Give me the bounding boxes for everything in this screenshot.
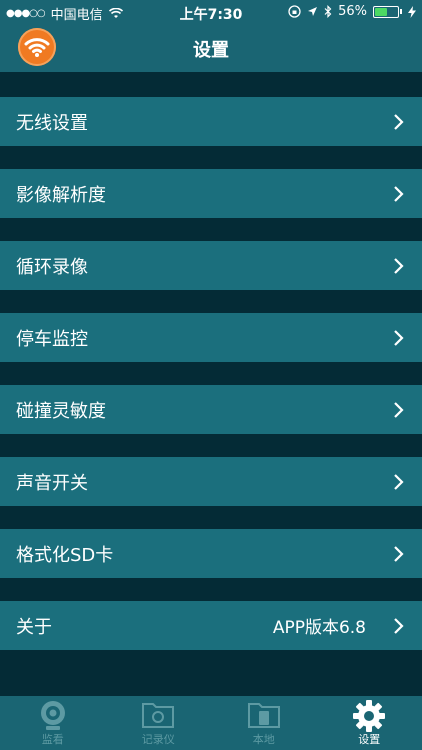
orientation-lock-icon <box>288 5 301 18</box>
tab-bar: 监看 记录仪 本地 设置 <box>0 696 422 750</box>
settings-row-label: 声音开关 <box>16 472 88 494</box>
chevron-right-icon <box>394 186 404 202</box>
settings-row-wireless[interactable]: 无线设置 <box>0 97 422 146</box>
chevron-right-icon <box>394 474 404 490</box>
chevron-right-icon <box>394 546 404 562</box>
chevron-right-icon <box>394 402 404 418</box>
settings-row-parking-monitor[interactable]: 停车监控 <box>0 313 422 362</box>
settings-row-collision-sensitivity[interactable]: 碰撞灵敏度 <box>0 385 422 434</box>
chevron-right-icon <box>394 114 404 130</box>
tab-settings[interactable]: 设置 <box>317 696 422 750</box>
folder-phone-icon <box>247 703 280 728</box>
charging-bolt-icon <box>408 5 416 18</box>
settings-row-label: 无线设置 <box>16 112 88 134</box>
tab-label: 记录仪 <box>141 733 175 746</box>
app-version-value: APP版本6.8 <box>272 618 366 638</box>
settings-row-label: 关于 <box>16 616 52 638</box>
tab-label: 监看 <box>41 733 64 746</box>
battery-fill <box>375 7 388 16</box>
settings-row-label: 循环录像 <box>16 256 88 278</box>
settings-row-about[interactable]: 关于 APP版本6.8 <box>0 601 422 650</box>
gear-icon <box>353 700 386 732</box>
settings-row-label: 影像解析度 <box>16 184 106 206</box>
location-arrow-icon <box>308 7 318 16</box>
settings-row-label: 停车监控 <box>16 328 88 350</box>
camera-lens-icon <box>40 701 65 730</box>
tab-recorder[interactable]: 记录仪 <box>106 696 212 750</box>
settings-row-sound[interactable]: 声音开关 <box>0 457 422 506</box>
folder-camera-icon <box>142 703 175 728</box>
status-bar: ●●●○○ 中国电信 上午7:30 56% <box>0 0 422 24</box>
bluetooth-icon <box>324 5 332 18</box>
settings-row-resolution[interactable]: 影像解析度 <box>0 169 422 218</box>
settings-row-loop-recording[interactable]: 循环录像 <box>0 241 422 290</box>
battery-tip <box>400 9 402 14</box>
settings-row-label: 格式化SD卡 <box>16 544 114 566</box>
settings-row-label: 碰撞灵敏度 <box>16 400 106 422</box>
tab-label: 设置 <box>358 733 381 746</box>
status-right: 56% <box>288 4 416 19</box>
chevron-right-icon <box>394 618 404 634</box>
tab-label: 本地 <box>252 733 275 746</box>
battery-icon <box>373 5 399 18</box>
tab-monitor[interactable]: 监看 <box>0 696 106 750</box>
settings-row-format-sd[interactable]: 格式化SD卡 <box>0 529 422 578</box>
battery-percent: 56% <box>338 4 367 19</box>
nav-bar: 设置 <box>0 24 422 72</box>
tab-local[interactable]: 本地 <box>211 696 317 750</box>
chevron-right-icon <box>394 258 404 274</box>
page-title: 设置 <box>193 40 229 61</box>
chevron-right-icon <box>394 330 404 346</box>
